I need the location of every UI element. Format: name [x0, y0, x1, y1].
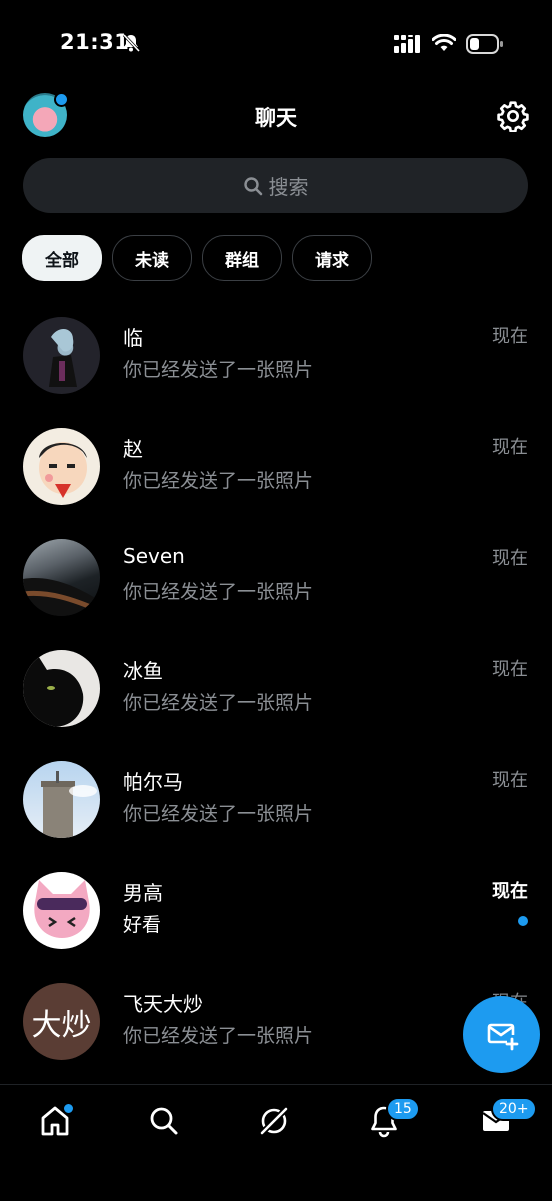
nav-notifications[interactable]: 15: [364, 1097, 420, 1141]
settings-gear-icon[interactable]: [497, 100, 529, 132]
conversation-item[interactable]: 男高 现在 好看: [0, 867, 552, 978]
bottom-nav: 15 20+: [0, 1084, 552, 1201]
battery-icon: [466, 34, 503, 54]
conversation-preview: 你已经发送了一张照片: [123, 359, 314, 381]
conversation-time: 现在: [492, 326, 528, 347]
conversation-preview: 你已经发送了一张照片: [123, 1025, 314, 1047]
filter-unread[interactable]: 未读: [112, 235, 192, 281]
avatar[interactable]: [23, 428, 100, 505]
conversation-item[interactable]: 冰鱼 现在 你已经发送了一张照片: [0, 645, 552, 756]
conversation-name: 临: [123, 326, 143, 350]
conversation-time: 现在: [492, 770, 528, 791]
conversation-name: 冰鱼: [123, 659, 163, 683]
filter-all[interactable]: 全部: [22, 235, 102, 281]
avatar-text: 大炒: [31, 1007, 92, 1043]
nav-home[interactable]: [35, 1101, 75, 1141]
conversation-time: 现在: [492, 548, 528, 569]
conversation-name: 飞天大炒: [123, 992, 203, 1016]
avatar[interactable]: 大炒: [23, 983, 100, 1060]
conversation-item[interactable]: 帕尔马 现在 你已经发送了一张照片: [0, 756, 552, 867]
conversation-preview: 你已经发送了一张照片: [123, 803, 314, 825]
search-placeholder: 搜索: [268, 175, 309, 199]
filter-requests[interactable]: 请求: [292, 235, 372, 281]
conversation-item[interactable]: 临 现在 你已经发送了一张照片: [0, 312, 552, 423]
search-icon: [243, 176, 262, 195]
conversation-name: 男高: [123, 881, 163, 905]
conversation-preview: 好看: [123, 914, 162, 936]
conversation-name: Seven: [123, 544, 185, 568]
conversation-name: 赵: [123, 437, 143, 461]
avatar[interactable]: [23, 872, 100, 949]
compose-mail-icon: [487, 1023, 518, 1050]
messages-badge: 20+: [491, 1097, 537, 1121]
avatar[interactable]: [23, 539, 100, 616]
conversation-preview: 你已经发送了一张照片: [123, 581, 314, 603]
search-input[interactable]: 搜索: [23, 158, 528, 213]
avatar[interactable]: [23, 650, 100, 727]
nav-search[interactable]: [144, 1101, 184, 1141]
avatar[interactable]: [23, 317, 100, 394]
unread-indicator: [518, 916, 528, 926]
status-bar: 21:31: [0, 0, 552, 80]
cellular-signal-icon: [394, 35, 420, 53]
conversation-preview: 你已经发送了一张照片: [123, 692, 314, 714]
conversation-name: 帕尔马: [123, 770, 183, 794]
new-message-button[interactable]: [463, 996, 540, 1073]
conversation-item[interactable]: 赵 现在 你已经发送了一张照片: [0, 423, 552, 534]
home-notification-dot: [62, 1102, 75, 1115]
nav-grok[interactable]: [254, 1101, 294, 1141]
wifi-icon: [432, 34, 456, 51]
search-icon: [150, 1107, 178, 1135]
notifications-badge: 15: [386, 1097, 420, 1121]
conversation-time: 现在: [492, 437, 528, 458]
avatar[interactable]: [23, 761, 100, 838]
bell-off-icon: [122, 33, 141, 53]
filter-groups[interactable]: 群组: [202, 235, 282, 281]
conversation-item[interactable]: Seven 现在 你已经发送了一张照片: [0, 534, 552, 645]
grok-icon: [259, 1106, 289, 1136]
filter-chips: 全部 未读 群组 请求: [22, 235, 372, 281]
conversation-preview: 你已经发送了一张照片: [123, 470, 314, 492]
nav-messages[interactable]: 20+: [476, 1097, 537, 1141]
status-time: 21:31: [60, 30, 130, 54]
page-title: 聊天: [255, 106, 297, 130]
conversation-time: 现在: [492, 881, 528, 902]
conversation-time: 现在: [492, 659, 528, 680]
